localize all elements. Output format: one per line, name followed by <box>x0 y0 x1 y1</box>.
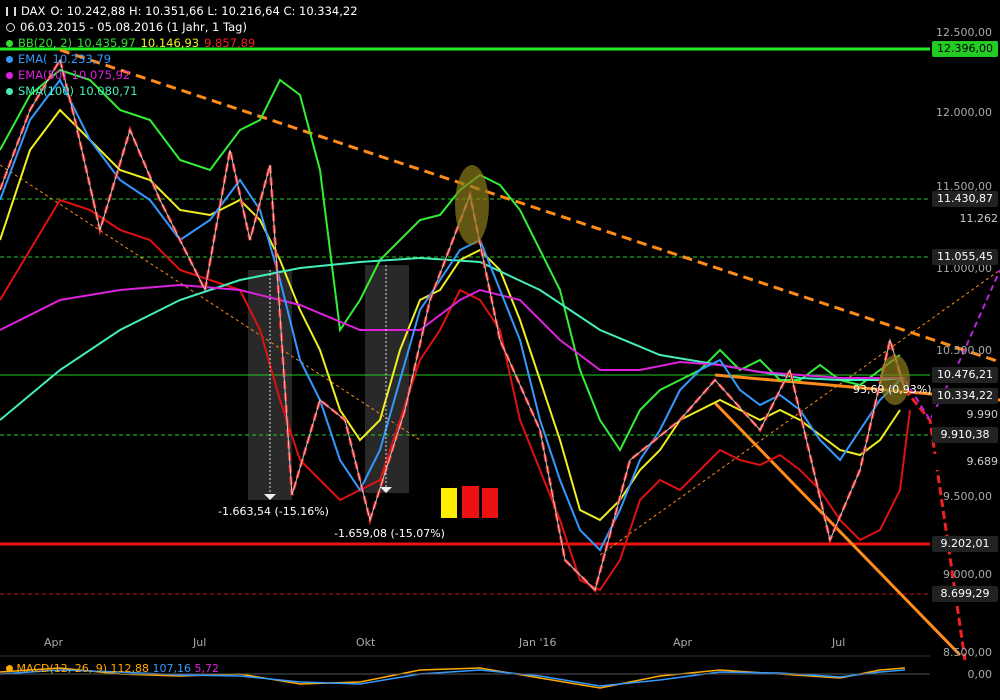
y-tick: 12.000,00 <box>936 106 992 119</box>
y-tick: 9.000,00 <box>943 568 992 581</box>
ema50-value: 10.075,92 <box>71 68 131 82</box>
price-path <box>0 56 967 661</box>
y-tick: 12.500,00 <box>936 26 992 39</box>
price-box: 9.910,38 <box>932 427 998 443</box>
sma-value: 10.080,71 <box>79 84 138 98</box>
y-tick: 10.500,00 <box>936 344 992 357</box>
x-tick: Jan '16 <box>518 636 556 649</box>
symbol-label: DAX <box>21 4 46 18</box>
bar-chart-icon <box>6 6 16 16</box>
ema-fast-line <box>0 78 901 552</box>
bb-label: BB(20, 2) <box>18 36 73 50</box>
macd-zero-tick: 0,00 <box>967 668 993 681</box>
x-tick: Jul <box>831 636 845 649</box>
thin-downtrend <box>0 164 421 441</box>
bb-swatch <box>6 39 13 47</box>
price-box: 10.476,21 <box>932 367 998 383</box>
price-box: 11.430,87 <box>932 191 998 207</box>
macd-value-1: 112,88 <box>110 662 150 675</box>
macd-legend: MACD(12, 26, 9) 112,88 107,16 5,72 <box>6 662 219 675</box>
signal-yellow <box>441 488 457 518</box>
ema50-label: EMA(50) <box>18 68 67 82</box>
macd-swatch <box>6 665 13 672</box>
bb-value-2: 10.146,93 <box>140 36 200 50</box>
ema50-swatch <box>6 71 13 79</box>
clock-icon <box>6 22 15 32</box>
bb-value-1: 10.435,97 <box>77 36 136 50</box>
gain-label: 93,69 (0,93%) <box>853 383 932 396</box>
price-chart: Apr Jul Okt Jan '16 Apr Jul -1.663,54 (-… <box>0 47 1000 689</box>
x-tick: Okt <box>356 636 376 649</box>
drop1-label: -1.663,54 (-15.16%) <box>218 505 329 518</box>
top-marker-1 <box>455 165 489 245</box>
support-trendline <box>713 401 962 657</box>
x-tick: Apr <box>673 636 693 649</box>
signal-red-1 <box>462 486 479 518</box>
top-marker-2 <box>880 355 910 405</box>
price-box: 8.699,29 <box>932 586 998 602</box>
legend-ema50-row: EMA(50) 10.075,92 <box>6 67 358 83</box>
price-box: 9.202,01 <box>932 536 998 552</box>
ema-label: EMA( <box>18 52 48 66</box>
macd-value-3: 5,72 <box>194 662 220 675</box>
x-tick: Jul <box>192 636 206 649</box>
ema-value: 10.233,79 <box>52 52 112 66</box>
price-box: 10.334,22 <box>932 388 998 404</box>
bb-value-3: 9.857,89 <box>204 36 256 50</box>
y-tick: 8.500,00 <box>943 646 992 659</box>
price-box: 9.990 <box>932 407 998 423</box>
bb-middle <box>0 108 901 522</box>
sma-label: SMA(100) <box>18 84 75 98</box>
legend-ema-row: EMA( 10.233,79 <box>6 51 358 67</box>
sma-swatch <box>6 87 13 95</box>
price-box: 11.055,45 <box>932 249 998 265</box>
x-axis: Apr Jul Okt Jan '16 Apr Jul <box>44 636 845 649</box>
legend-range-row: 06.03.2015 - 05.08.2016 (1 Jahr, 1 Tag) <box>6 19 358 35</box>
price-box: 12.396,00 <box>932 41 998 57</box>
macd-value-2: 107,16 <box>152 662 192 675</box>
signal-red-2 <box>482 488 498 518</box>
legend-symbol-row: DAX O: 10.242,88 H: 10.351,66 L: 10.216,… <box>6 3 358 19</box>
ema-swatch <box>6 55 13 63</box>
price-box: 9.689 <box>932 454 998 470</box>
ohlc-values: O: 10.242,88 H: 10.351,66 L: 10.216,64 C… <box>50 4 358 18</box>
x-tick: Apr <box>44 636 64 649</box>
price-box: 11.262 <box>932 211 998 227</box>
sma100-line <box>0 256 906 421</box>
chart-legend: DAX O: 10.242,88 H: 10.351,66 L: 10.216,… <box>6 3 358 99</box>
date-range: 06.03.2015 - 05.08.2016 (1 Jahr, 1 Tag) <box>20 20 247 34</box>
legend-sma-row: SMA(100) 10.080,71 <box>6 83 358 99</box>
macd-label: MACD(12, 26, 9) <box>16 662 108 675</box>
drop2-label: -1.659,08 (-15.07%) <box>334 527 445 540</box>
y-tick: 9.500,00 <box>943 490 992 503</box>
ema50-line <box>0 283 905 379</box>
legend-bb-row: BB(20, 2) 10.435,97 10.146,93 9.857,89 <box>6 35 358 51</box>
